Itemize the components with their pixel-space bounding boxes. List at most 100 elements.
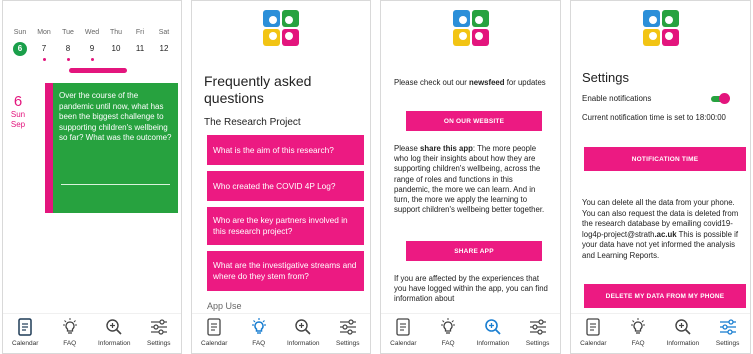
delete-data-button[interactable]: DELETE MY DATA FROM MY PHONE (584, 284, 746, 308)
answer-input-line[interactable] (61, 184, 170, 185)
app-logo (642, 10, 679, 46)
notifications-row: Enable notifications (582, 93, 730, 104)
nav-information-label: Information (666, 340, 700, 347)
day-cell[interactable]: Wed 9 (81, 29, 103, 61)
enable-notifications-label: Enable notifications (582, 94, 652, 103)
nav-settings[interactable]: Settings (139, 317, 179, 347)
faq-item[interactable]: Who created the COVID 4P Log? (207, 171, 364, 201)
day-cell[interactable]: Sat 12 (153, 29, 175, 61)
day-cell[interactable]: Sun 6 (9, 29, 31, 61)
day-number[interactable]: 11 (129, 42, 151, 56)
calendar-icon (396, 318, 411, 336)
lightbulb-icon (62, 318, 77, 334)
app-logo (452, 10, 489, 46)
sliders-icon (150, 319, 167, 335)
toggle-knob (719, 93, 730, 104)
bottom-nav: Calendar FAQ Information Settings (571, 313, 750, 353)
notification-time-text: Current notification time is set to 18:0… (582, 113, 726, 122)
share-text-b: : The more people who log their insights… (394, 144, 545, 215)
nav-information[interactable]: Information (473, 317, 513, 347)
nav-faq[interactable]: FAQ (50, 317, 90, 347)
support-text: If you are affected by the experiences t… (394, 274, 548, 304)
nav-settings-label: Settings (336, 340, 360, 347)
nav-settings-label: Settings (525, 340, 550, 347)
nav-calendar-label: Calendar (201, 340, 228, 347)
nav-faq-label: FAQ (631, 340, 645, 347)
nav-calendar-label: Calendar (12, 340, 39, 347)
selected-date-day: Sun (10, 110, 26, 119)
question-card[interactable]: Over the course of the pandemic until no… (45, 83, 178, 213)
day-number[interactable]: 8 (57, 42, 79, 56)
nav-information-label: Information (286, 340, 320, 347)
nav-settings[interactable]: Settings (328, 317, 368, 347)
nav-settings-label: Settings (715, 340, 740, 347)
selected-date: 6 Sun Sep (8, 93, 28, 130)
drag-handle[interactable] (69, 68, 127, 73)
bottom-nav: Calendar FAQ Information Settings (3, 313, 181, 353)
day-number[interactable]: 12 (153, 42, 175, 56)
newsfeed-link[interactable]: newsfeed (469, 78, 505, 87)
nav-information[interactable]: Information (663, 317, 703, 347)
day-cell[interactable]: Fri 11 (129, 29, 151, 61)
entry-dot (42, 58, 46, 61)
calendar-icon (586, 318, 601, 336)
information-screen: Please check out our newsfeed for update… (380, 0, 561, 354)
day-number[interactable]: 7 (33, 42, 55, 56)
bottom-nav: Calendar FAQ Information Settings (381, 313, 560, 353)
nav-calendar[interactable]: Calendar (383, 317, 423, 347)
nav-settings-label: Settings (147, 340, 171, 347)
day-name: Mon (37, 29, 51, 36)
nav-information-label: Information (97, 340, 131, 347)
sliders-icon (529, 319, 546, 335)
day-name: Thu (109, 29, 123, 36)
day-number[interactable]: 10 (105, 42, 127, 56)
notifications-toggle[interactable] (710, 93, 730, 104)
day-cell[interactable]: Tue 8 (57, 29, 79, 61)
lightbulb-icon (631, 318, 646, 334)
website-button[interactable]: ON OUR WEBSITE (406, 111, 542, 131)
zoom-in-icon (485, 319, 501, 335)
share-text-bold: share this app (420, 144, 473, 153)
day-name: Fri (135, 29, 145, 36)
section-heading: The Research Project (204, 117, 301, 128)
entry-dot (90, 58, 94, 61)
newsfeed-text-b: for updates (504, 78, 546, 87)
contact-email-part2: .ac.uk (654, 229, 677, 239)
selected-date-month: Sep (10, 120, 26, 129)
nav-calendar-label: Calendar (390, 340, 417, 347)
section-heading: App Use (207, 301, 242, 311)
nav-settings[interactable]: Settings (708, 317, 748, 347)
day-name: Sat (158, 29, 170, 36)
day-name: Sun (13, 29, 27, 36)
day-number[interactable]: 9 (81, 42, 103, 56)
bottom-nav: Calendar FAQ Information Settings (192, 313, 370, 353)
faq-screen: Frequently asked questions The Research … (191, 0, 371, 354)
day-cell[interactable]: Thu 10 (105, 29, 127, 61)
lightbulb-icon (251, 318, 266, 334)
notification-time-button[interactable]: NOTIFICATION TIME (584, 147, 746, 171)
share-text: Please share this app: The more people w… (394, 144, 548, 215)
faq-item[interactable]: What is the aim of this research? (207, 135, 364, 165)
day-number-selected[interactable]: 6 (13, 42, 27, 56)
zoom-in-icon (675, 319, 691, 335)
nav-calendar[interactable]: Calendar (573, 317, 613, 347)
page-title: Frequently asked questions (204, 73, 312, 106)
nav-information[interactable]: Information (283, 317, 323, 347)
nav-faq[interactable]: FAQ (428, 317, 468, 347)
day-name: Wed (84, 29, 100, 36)
day-name: Tue (62, 29, 74, 36)
calendar-icon (207, 318, 221, 336)
nav-information[interactable]: Information (94, 317, 134, 347)
nav-settings[interactable]: Settings (518, 317, 558, 347)
share-app-button[interactable]: SHARE APP (406, 241, 542, 261)
nav-faq[interactable]: FAQ (618, 317, 658, 347)
faq-item[interactable]: What are the investigative streams and w… (207, 251, 364, 291)
faq-item[interactable]: Who are the key partners involved in thi… (207, 207, 364, 245)
lightbulb-icon (441, 318, 456, 334)
nav-calendar[interactable]: Calendar (5, 317, 45, 347)
faq-list: What is the aim of this research? Who cr… (207, 135, 364, 297)
nav-faq[interactable]: FAQ (239, 317, 279, 347)
day-cell[interactable]: Mon 7 (33, 29, 55, 61)
nav-calendar[interactable]: Calendar (194, 317, 234, 347)
newsfeed-text-a: Please check out our (394, 78, 469, 87)
